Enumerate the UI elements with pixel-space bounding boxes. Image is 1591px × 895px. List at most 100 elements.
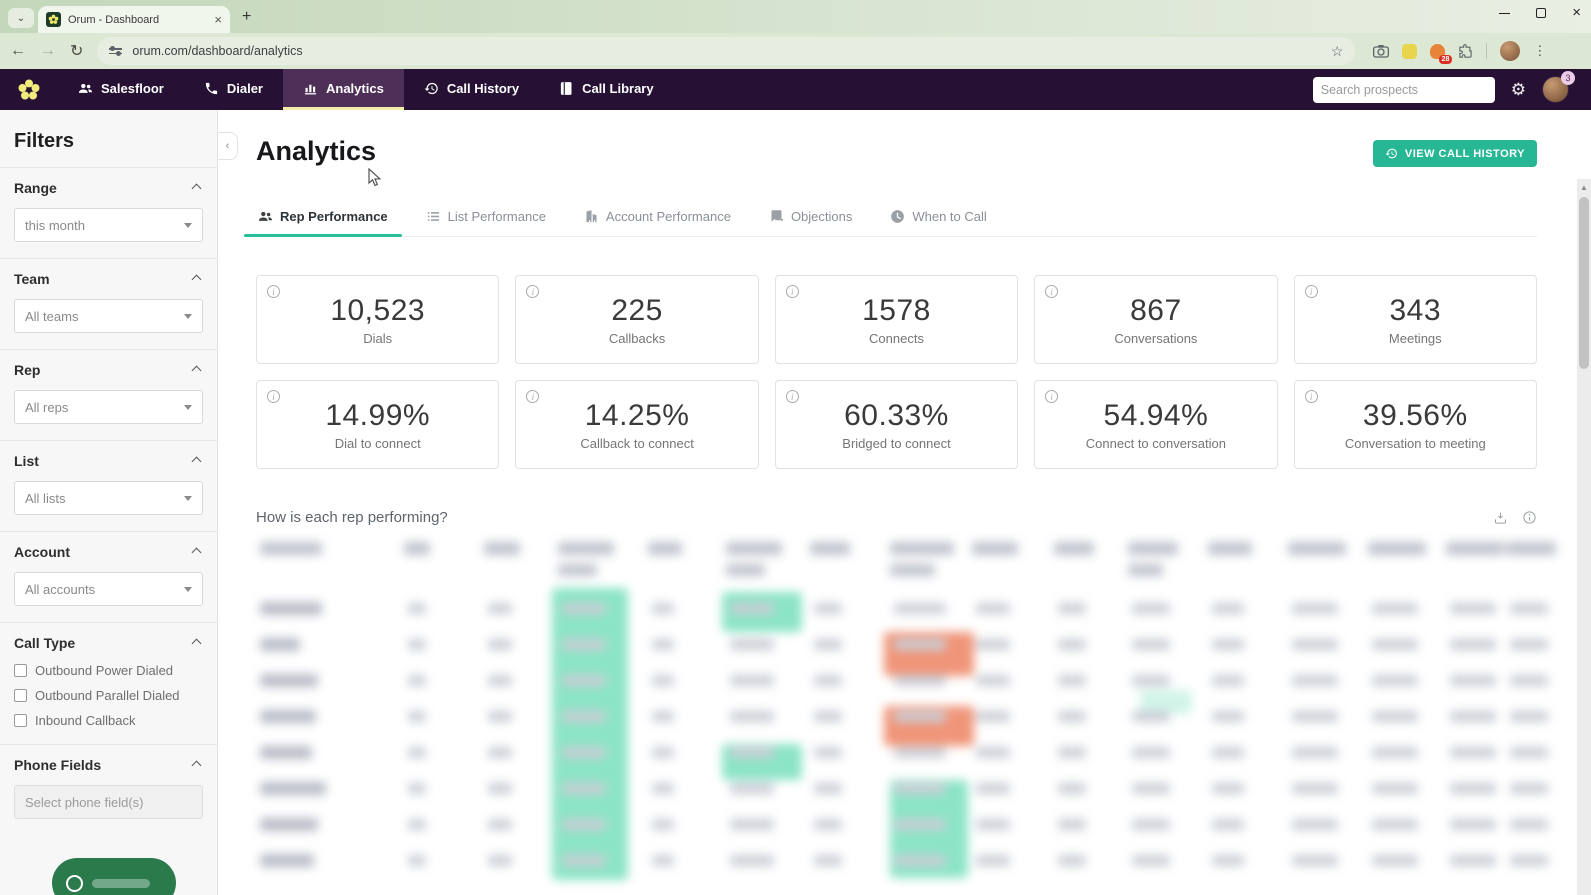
refresh-icon[interactable]: ↻ (70, 41, 83, 61)
tab-rep-performance[interactable]: Rep Performance (256, 209, 390, 236)
filters-sidebar: Filters Range this month Team All teams … (0, 110, 218, 895)
window-minimize-icon[interactable] (1499, 13, 1510, 14)
camera-icon[interactable] (1373, 44, 1389, 58)
back-icon[interactable]: ← (10, 42, 26, 60)
range-select[interactable]: this month (14, 208, 203, 242)
filter-phone-fields: Phone Fields (0, 744, 217, 835)
bookmark-star-icon[interactable]: ☆ (1331, 43, 1344, 60)
rep-table-title: How is each rep performing? (256, 509, 448, 526)
orum-logo-icon[interactable] (0, 69, 58, 110)
checkbox[interactable] (14, 689, 27, 702)
chevron-down-icon (184, 496, 192, 501)
building-icon (584, 209, 599, 224)
prospect-search (1313, 77, 1495, 103)
speech-bubble-icon (769, 209, 784, 224)
nav-item-analytics[interactable]: Analytics (283, 69, 404, 110)
filter-call-type: Call Type Outbound Power Dialed Outbound… (0, 622, 217, 744)
scroll-up-icon[interactable]: ▲ (1577, 179, 1591, 192)
rep-performance-table-blurred[interactable] (256, 530, 1537, 882)
page-title: Analytics (256, 136, 376, 167)
history-icon (424, 81, 439, 96)
site-settings-icon[interactable] (109, 48, 122, 54)
tab-close-icon[interactable]: × (214, 13, 222, 26)
info-icon[interactable]: i (526, 285, 539, 298)
info-icon[interactable]: i (267, 390, 280, 403)
info-icon[interactable]: i (1045, 285, 1058, 298)
filters-title: Filters (0, 110, 217, 167)
window-maximize-icon[interactable] (1536, 8, 1546, 18)
collapse-chevron-icon[interactable] (192, 547, 202, 557)
extension-icon[interactable] (1402, 44, 1417, 59)
tab-account-performance[interactable]: Account Performance (582, 209, 733, 236)
team-select[interactable]: All teams (14, 299, 203, 333)
tab-when-to-call[interactable]: When to Call (888, 209, 988, 236)
stat-card-dial-to-connect: i 14.99% Dial to connect (256, 380, 499, 469)
info-icon[interactable] (1522, 510, 1537, 525)
chat-icon (66, 875, 83, 892)
browser-profile-avatar[interactable] (1500, 41, 1520, 61)
new-tab-button[interactable]: + (242, 8, 251, 26)
nav-item-call-history[interactable]: Call History (404, 69, 539, 110)
extensions-puzzle-icon[interactable] (1458, 44, 1473, 59)
support-chat-button[interactable] (52, 858, 176, 895)
tab-title: Orum - Dashboard (68, 14, 207, 26)
nav-item-call-library[interactable]: Call Library (539, 69, 674, 110)
collapse-chevron-icon[interactable] (192, 274, 202, 284)
info-icon[interactable]: i (786, 390, 799, 403)
info-icon[interactable]: i (267, 285, 280, 298)
collapse-chevron-icon[interactable] (192, 365, 202, 375)
collapse-chevron-icon[interactable] (192, 760, 202, 770)
list-select[interactable]: All lists (14, 481, 203, 515)
download-icon[interactable] (1493, 510, 1508, 525)
view-call-history-button[interactable]: VIEW CALL HISTORY (1373, 140, 1537, 167)
extension-with-badge-icon[interactable]: 28 (1430, 44, 1445, 59)
sidebar-collapse-button[interactable]: ‹ (218, 132, 238, 160)
forward-icon[interactable]: → (40, 42, 56, 60)
call-type-option[interactable]: Outbound Parallel Dialed (14, 688, 203, 703)
browser-menu-icon[interactable]: ⋮ (1533, 43, 1546, 59)
info-icon[interactable]: i (526, 390, 539, 403)
phone-fields-input[interactable] (14, 785, 203, 819)
window-close-icon[interactable]: × (1572, 8, 1581, 18)
filter-list: List All lists (0, 440, 217, 531)
stat-card-callbacks: i 225 Callbacks (515, 275, 758, 364)
gear-icon[interactable]: ⚙ (1511, 80, 1526, 100)
info-icon[interactable]: i (1305, 390, 1318, 403)
app-navbar: Salesfloor Dialer Analytics Call History… (0, 69, 1591, 110)
scrollbar-thumb[interactable] (1579, 197, 1589, 369)
tab-objections[interactable]: Objections (767, 209, 854, 236)
history-icon (1385, 147, 1398, 160)
collapse-chevron-icon[interactable] (192, 183, 202, 193)
stats-row-1: i 10,523 Dials i 225 Callbacks i 1578 Co… (256, 275, 1537, 364)
collapse-chevron-icon[interactable] (192, 456, 202, 466)
nav-item-dialer[interactable]: Dialer (184, 69, 283, 110)
address-bar[interactable]: orum.com/dashboard/analytics ☆ (97, 37, 1355, 65)
chevron-down-icon (184, 587, 192, 592)
mouse-cursor (368, 168, 382, 188)
tab-search-chevron-icon[interactable]: ⌄ (8, 8, 34, 28)
page-scrollbar[interactable]: ▲ (1577, 179, 1591, 895)
search-input[interactable] (1321, 83, 1482, 97)
checkbox[interactable] (14, 714, 27, 727)
extension-badge: 28 (1439, 55, 1453, 64)
rep-select[interactable]: All reps (14, 390, 203, 424)
book-icon (559, 81, 574, 96)
collapse-chevron-icon[interactable] (192, 638, 202, 648)
browser-tab-strip: ⌄ Orum - Dashboard × + × (0, 0, 1591, 33)
stat-card-connect-to-conversation: i 54.94% Connect to conversation (1034, 380, 1277, 469)
call-type-option[interactable]: Inbound Callback (14, 713, 203, 728)
orum-favicon-icon (46, 12, 61, 27)
analytics-tabs: Rep Performance List Performance Account… (256, 209, 1537, 237)
analytics-main: ‹ Analytics VIEW CALL HISTORY Rep Perfor… (218, 110, 1591, 895)
stat-card-bridged-to-connect: i 60.33% Bridged to connect (775, 380, 1018, 469)
tab-list-performance[interactable]: List Performance (424, 209, 548, 236)
people-icon (78, 81, 93, 96)
info-icon[interactable]: i (786, 285, 799, 298)
nav-item-salesfloor[interactable]: Salesfloor (58, 69, 184, 110)
checkbox[interactable] (14, 664, 27, 677)
call-type-option[interactable]: Outbound Power Dialed (14, 663, 203, 678)
browser-tab[interactable]: Orum - Dashboard × (38, 6, 230, 33)
account-select[interactable]: All accounts (14, 572, 203, 606)
info-icon[interactable]: i (1045, 390, 1058, 403)
info-icon[interactable]: i (1305, 285, 1318, 298)
